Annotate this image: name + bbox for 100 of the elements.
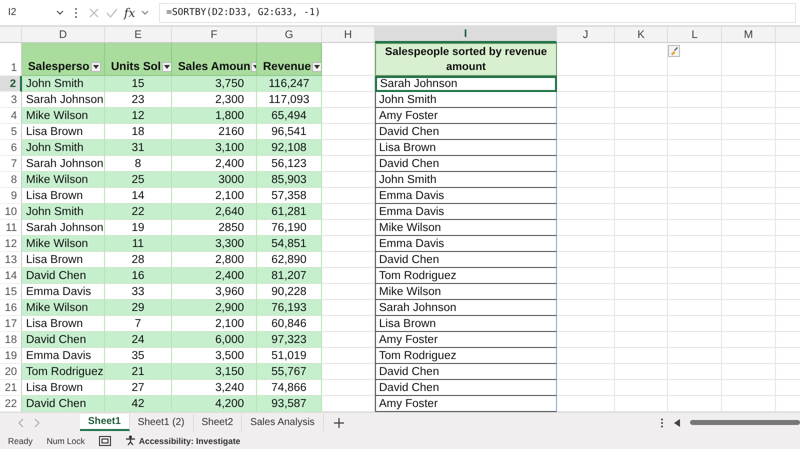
name-box[interactable]: I2 [4,4,68,22]
table-cell: 2,400 [172,268,257,284]
more-icon[interactable] [74,6,78,18]
table-cell: 92,108 [257,140,322,156]
table-cell: Sarah Johnson [375,300,557,316]
column-header[interactable]: L [668,27,722,43]
insert-function-button[interactable]: fx [124,6,136,20]
row-header[interactable]: 1 [0,43,22,76]
table-cell: 21 [105,364,172,380]
table-cell: 51,019 [257,348,322,364]
row-header[interactable]: 11 [0,220,22,236]
check-icon[interactable] [106,6,118,18]
table-cell: 2,900 [172,300,257,316]
filter-button[interactable] [312,62,321,72]
table-cell: Mike Wilson [22,108,105,124]
row-header[interactable]: 8 [0,172,22,188]
table-cell: 1,800 [172,108,257,124]
table-cell: 8 [105,156,172,172]
column-header[interactable]: H [322,27,375,43]
column-header[interactable]: F [172,27,257,43]
row-header[interactable]: 20 [0,364,22,380]
scroll-left-icon[interactable] [674,418,680,426]
table-cell: 33 [105,284,172,300]
row-header[interactable]: 22 [0,396,22,412]
table-cell: David Chen [375,380,557,396]
row-header[interactable]: 5 [0,124,22,140]
table-cell: David Chen [22,332,105,348]
table-cell: John Smith [22,204,105,220]
sheet-tab[interactable]: Sales Analysis [242,414,324,431]
row-header[interactable]: 17 [0,316,22,332]
table-cell: David Chen [375,252,557,268]
row-header[interactable]: 18 [0,332,22,348]
table-cell: 24 [105,332,172,348]
table-cell: 2,640 [172,204,257,220]
table-cell: David Chen [22,396,105,412]
sheet-tab[interactable]: Sheet1 (2) [130,414,194,431]
filter-button[interactable] [162,62,171,72]
table-cell: Emma Davis [22,284,105,300]
row-header[interactable]: 4 [0,108,22,124]
row-header[interactable]: 21 [0,380,22,396]
status-text: Ready [8,436,33,446]
table-cell: 19 [105,220,172,236]
table-cell: Emma Davis [375,188,557,204]
column-header[interactable]: I [375,27,557,43]
row-header[interactable]: 19 [0,348,22,364]
column-header[interactable]: E [105,27,172,43]
table-cell: 3,500 [172,348,257,364]
table-cell: 61,281 [257,204,322,220]
column-header[interactable]: G [257,27,322,43]
table-cell: 2850 [172,220,257,236]
table-cell: 23 [105,92,172,108]
row-header[interactable]: 3 [0,92,22,108]
column-header[interactable]: M [722,27,776,43]
row-header[interactable]: 7 [0,156,22,172]
table-cell: 2160 [172,124,257,140]
table-cell: Mike Wilson [22,236,105,252]
row-header[interactable]: 2 [0,76,22,92]
row-header[interactable]: 14 [0,268,22,284]
filter-button[interactable] [91,62,101,72]
table-cell: 27 [105,380,172,396]
horizontal-scrollbar[interactable] [690,420,800,425]
table-cell: Mike Wilson [22,172,105,188]
more-icon[interactable] [660,418,664,428]
sheet-tab[interactable]: Sheet1 [80,414,130,431]
row-header[interactable]: 16 [0,300,22,316]
row-header[interactable]: 15 [0,284,22,300]
row-header[interactable]: 10 [0,204,22,220]
column-header[interactable]: D [22,27,105,43]
row-header[interactable]: 12 [0,236,22,252]
table-cell: 6,000 [172,332,257,348]
table-cell: 3,960 [172,284,257,300]
table-cell: 85,903 [257,172,322,188]
formula-field[interactable]: =SORTBY(D2:D33, G2:G33, -1) [159,2,796,22]
table-cell: 54,851 [257,236,322,252]
column-header[interactable]: K [615,27,668,43]
paintbrush-icon[interactable] [668,45,680,57]
table-header-cell: Revenue [257,43,322,76]
table-cell: 42 [105,396,172,412]
table-cell: Tom Rodriguez [22,364,105,380]
table-cell: Lisa Brown [22,188,105,204]
accessibility-button[interactable]: Accessibility: Investigate [124,435,240,446]
table-cell: 60,846 [257,316,322,332]
row-header[interactable]: 13 [0,252,22,268]
table-cell: 3,150 [172,364,257,380]
row-header[interactable]: 6 [0,140,22,156]
table-cell: 15 [105,76,172,92]
table-header-cell: Units Sol [105,43,172,76]
table-cell: 11 [105,236,172,252]
add-sheet-icon[interactable] [334,418,344,428]
column-header[interactable]: J [557,27,615,43]
sheet-tab[interactable]: Sheet2 [194,414,242,431]
table-cell: 116,247 [257,76,322,92]
row-header[interactable]: 9 [0,188,22,204]
table-cell: John Smith [375,172,557,188]
table-cell: John Smith [375,92,557,108]
table-cell: 3000 [172,172,257,188]
table-cell: 14 [105,188,172,204]
table-cell: 2,300 [172,92,257,108]
table-cell: 18 [105,124,172,140]
accessibility-icon [124,435,136,446]
